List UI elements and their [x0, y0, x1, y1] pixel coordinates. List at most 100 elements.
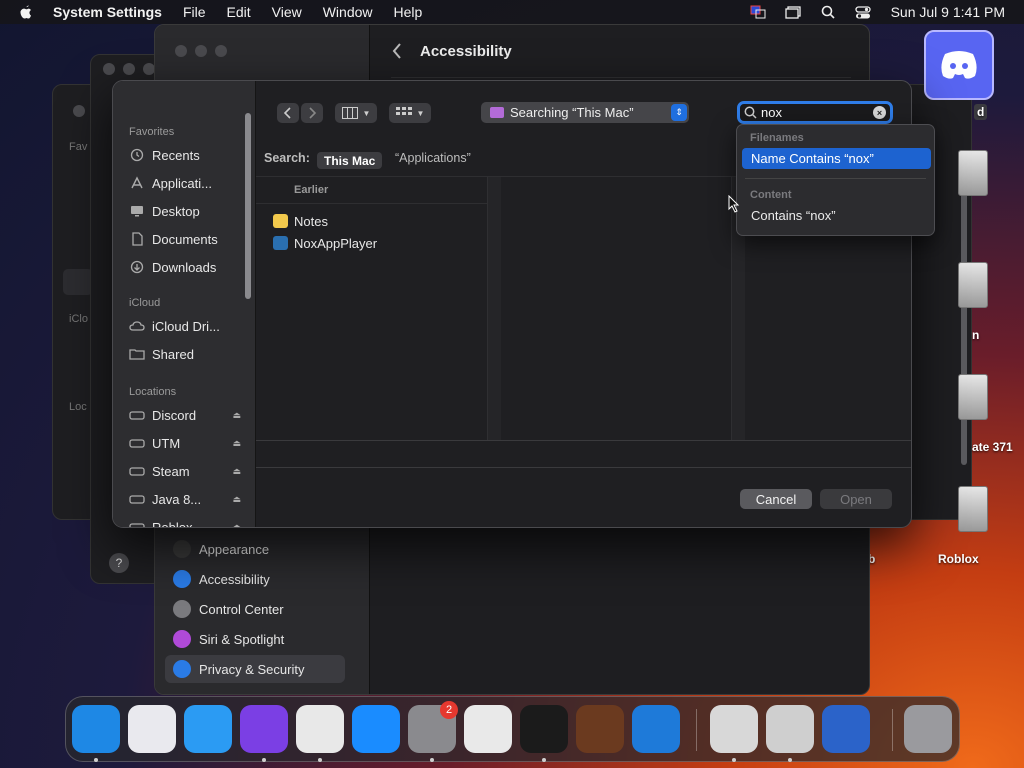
accessibility-icon: [173, 570, 191, 588]
cocoapods-icon[interactable]: [710, 705, 758, 753]
running-indicator: [788, 758, 792, 762]
sidebar-item-downloads[interactable]: Downloads: [129, 255, 239, 279]
eject-icon[interactable]: ⏏: [232, 438, 241, 449]
installer-icon[interactable]: [766, 705, 814, 753]
desktop-drive-icon[interactable]: [958, 150, 988, 196]
dock: 2: [65, 696, 960, 762]
view-columns-button[interactable]: ▼: [335, 103, 377, 123]
sidebar-item-roblox[interactable]: Roblox ⏏: [129, 515, 241, 528]
name-contains-option[interactable]: Name Contains “nox”: [742, 148, 931, 169]
sidebar-item-appearance[interactable]: Appearance: [165, 535, 345, 563]
apple-logo-icon[interactable]: [18, 4, 34, 20]
screen-share-icon[interactable]: [749, 5, 767, 19]
file-row[interactable]: NoxAppPlayer: [273, 232, 377, 254]
sidebar-item-privacy-security[interactable]: Privacy & Security: [165, 655, 345, 683]
menu-edit[interactable]: Edit: [227, 4, 251, 20]
running-indicator: [318, 758, 322, 762]
clear-search-icon[interactable]: ×: [873, 106, 886, 119]
sidebar-item-utm[interactable]: UTM ⏏: [129, 431, 241, 455]
app-menu[interactable]: System Settings: [53, 4, 162, 20]
sidebar-item-documents[interactable]: Documents: [129, 227, 239, 251]
sidebar-item-java-8[interactable]: Java 8... ⏏: [129, 487, 241, 511]
window-zoom-dot[interactable]: [215, 45, 227, 57]
sidebar-item-control-center[interactable]: Control Center: [165, 595, 345, 623]
sidebar-item-label: Siri & Spotlight: [199, 631, 285, 647]
control-center-icon[interactable]: [854, 5, 872, 19]
back-button[interactable]: [277, 103, 299, 123]
drive-icon: [129, 520, 145, 527]
sidebar-item-steam[interactable]: Steam ⏏: [129, 459, 241, 483]
terminal-icon[interactable]: [520, 705, 568, 753]
menu-help[interactable]: Help: [394, 4, 423, 20]
safari-icon[interactable]: [184, 705, 232, 753]
desktop-drive-icon[interactable]: [958, 374, 988, 420]
window-minimize-dot[interactable]: [195, 45, 207, 57]
drive-icon: [129, 464, 145, 478]
sidebar-item-siri-spotlight[interactable]: Siri & Spotlight: [165, 625, 345, 653]
desktop-drive-icon[interactable]: [958, 486, 988, 532]
menu-separator: [745, 178, 926, 179]
sidebar-item-label: Desktop: [152, 203, 200, 219]
notes-icon: [273, 214, 288, 228]
menubar-clock[interactable]: Sun Jul 9 1:41 PM: [891, 4, 1005, 20]
sidebar-item-applicati[interactable]: Applicati...: [129, 171, 239, 195]
applications-icon: [129, 176, 145, 190]
sidebar-item-shared[interactable]: Shared: [129, 342, 239, 366]
finder-icon[interactable]: [72, 705, 120, 753]
chrome-icon[interactable]: [296, 705, 344, 753]
launchpad-icon[interactable]: [128, 705, 176, 753]
file-row[interactable]: Notes: [273, 210, 328, 232]
bg-window-label: Loc: [69, 401, 87, 413]
menu-window[interactable]: Window: [323, 4, 373, 20]
menu-file[interactable]: File: [183, 4, 206, 20]
sidebar-scrollbar[interactable]: [245, 113, 251, 299]
firefox-icon[interactable]: [240, 705, 288, 753]
sidebar-item-recents[interactable]: Recents: [129, 143, 239, 167]
scope-this-mac-button[interactable]: This Mac: [317, 152, 383, 169]
desktop-drive-icon[interactable]: [958, 262, 988, 308]
scope-applications-button[interactable]: “Applications”: [395, 151, 471, 165]
sidebar-item-label: iCloud Dri...: [152, 318, 220, 334]
group-button[interactable]: ▼: [389, 103, 431, 123]
desktop-icon: [129, 204, 145, 218]
menu-view[interactable]: View: [272, 4, 302, 20]
sidebar-item-icloud-dri[interactable]: iCloud Dri...: [129, 314, 239, 338]
bg-window-scrollbar: [961, 169, 967, 465]
content-contains-option[interactable]: Contains “nox”: [742, 205, 931, 226]
sidebar-item-label: Privacy & Security: [199, 661, 305, 677]
bg-window-label: Fav: [69, 141, 88, 153]
sidebar-item-label: Accessibility: [199, 571, 270, 587]
desktop-discord-icon[interactable]: [924, 30, 994, 100]
eject-icon[interactable]: ⏏: [232, 494, 241, 505]
search-field[interactable]: ×: [737, 101, 893, 124]
vscode-icon[interactable]: [632, 705, 680, 753]
sidebar-item-desktop[interactable]: Desktop: [129, 199, 239, 223]
script-editor-icon[interactable]: [464, 705, 512, 753]
eject-icon[interactable]: ⏏: [232, 522, 241, 528]
sidebar-item-accessibility[interactable]: Accessibility: [165, 565, 345, 593]
trash-icon[interactable]: [904, 705, 952, 753]
garageband-icon[interactable]: [576, 705, 624, 753]
open-button[interactable]: Open: [820, 489, 892, 509]
window-icon[interactable]: [784, 5, 802, 19]
forward-button[interactable]: [301, 103, 323, 123]
search-input[interactable]: [761, 105, 861, 120]
system-settings-icon[interactable]: 2: [408, 701, 458, 753]
back-chevron-icon[interactable]: [390, 41, 404, 61]
migration-icon[interactable]: [822, 705, 870, 753]
eject-icon[interactable]: ⏏: [232, 410, 241, 421]
eject-icon[interactable]: ⏏: [232, 466, 241, 477]
cancel-button[interactable]: Cancel: [740, 489, 812, 509]
location-popup[interactable]: Searching “This Mac” ⇕: [481, 102, 689, 123]
appearance-icon: [173, 540, 191, 558]
help-button[interactable]: ?: [109, 553, 129, 573]
downloads-icon: [129, 260, 145, 274]
window-close-dot[interactable]: [175, 45, 187, 57]
spotlight-search-icon[interactable]: [819, 5, 837, 19]
file-name: NoxAppPlayer: [294, 235, 378, 251]
sidebar-item-discord[interactable]: Discord ⏏: [129, 403, 241, 427]
location-popup-label: Searching “This Mac”: [510, 105, 634, 120]
sidebar-item-label: Control Center: [199, 601, 284, 617]
document-icon: [129, 232, 145, 246]
app-store-icon[interactable]: [352, 705, 400, 753]
